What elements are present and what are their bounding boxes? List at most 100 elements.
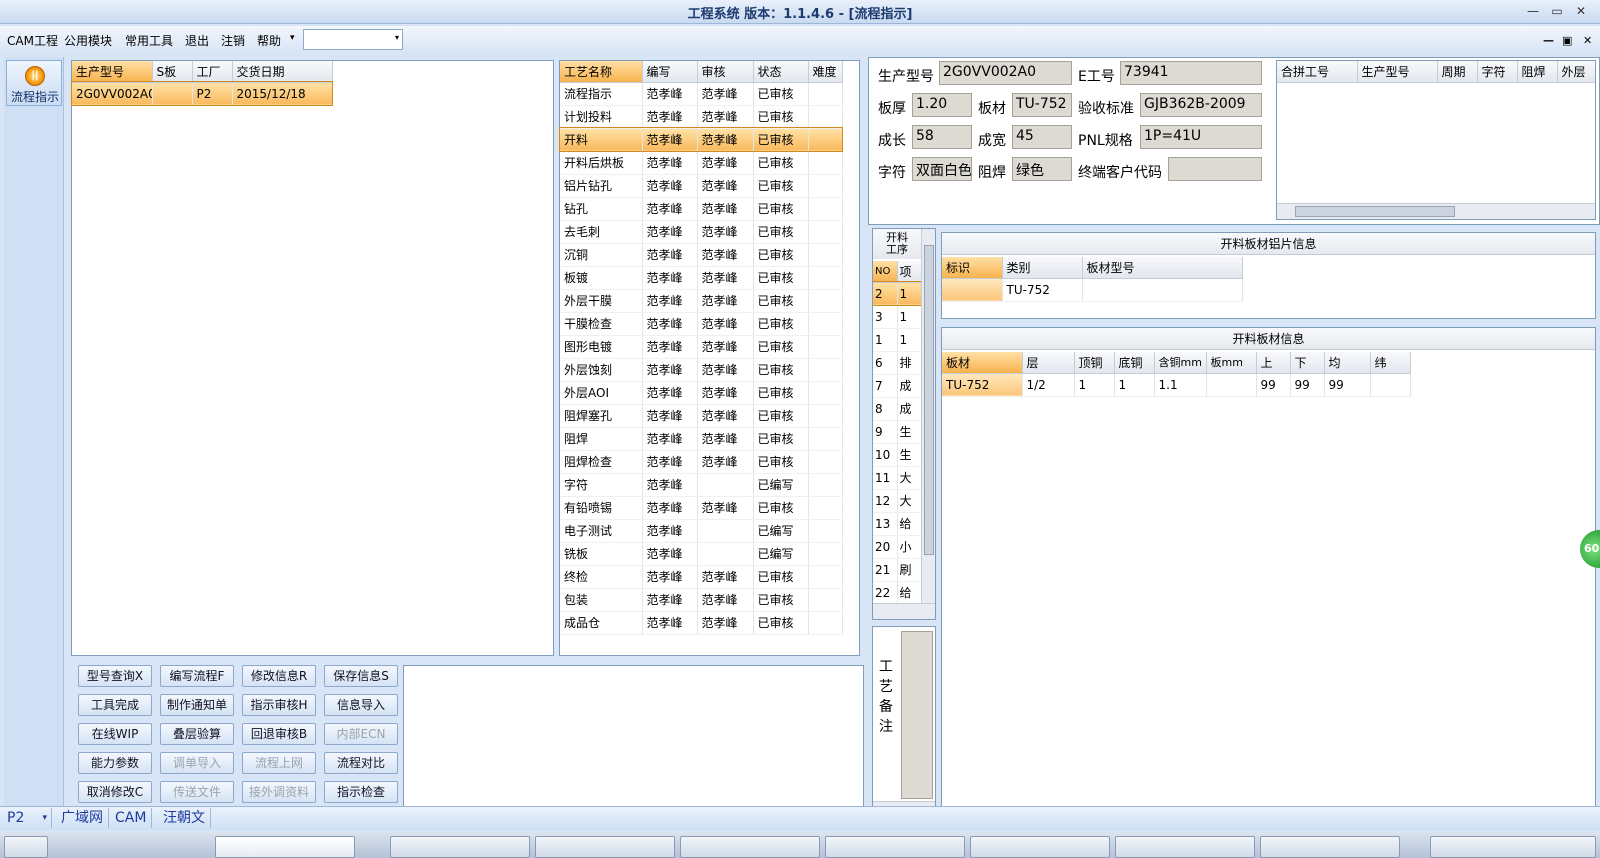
orders-col-factory[interactable]: 工厂	[192, 61, 233, 83]
action-button[interactable]: 调单导入	[160, 752, 234, 774]
material-row[interactable]: TU-752 1/2 1 1 1.1 99 99 99	[942, 373, 1411, 397]
action-button[interactable]: 流程对比	[324, 752, 398, 774]
process-row[interactable]: 流程指示 范孝峰 范孝峰 已审核	[560, 82, 843, 106]
process-row[interactable]: 板镀 范孝峰 范孝峰 已审核	[560, 266, 843, 290]
material-col-weft[interactable]: 纬	[1370, 352, 1411, 374]
material-field[interactable]: TU-752	[1012, 93, 1072, 117]
process-col-name[interactable]: 工艺名称	[560, 61, 643, 83]
taskbar-app-button[interactable]	[215, 836, 355, 858]
status-factory[interactable]: P2 ▾	[2, 808, 52, 828]
process-row[interactable]: 开料后烘板 范孝峰 范孝峰 已审核	[560, 151, 843, 175]
process-row[interactable]: 字符 范孝峰 已编写	[560, 473, 843, 497]
merge-col-outer[interactable]: 外层	[1557, 61, 1595, 83]
action-button[interactable]: 信息导入	[324, 694, 398, 716]
process-row[interactable]: 外层干膜 范孝峰 范孝峰 已审核	[560, 289, 843, 313]
merge-col-cycle[interactable]: 周期	[1437, 61, 1478, 83]
step-row[interactable]: 13 给	[873, 512, 922, 536]
step-row[interactable]: 31	[873, 305, 922, 329]
process-col-status[interactable]: 状态	[753, 61, 809, 83]
material-col-board[interactable]: 板材	[942, 352, 1023, 374]
process-row[interactable]: 阻焊塞孔 范孝峰 范孝峰 已审核	[560, 404, 843, 428]
step-row[interactable]: 7成	[873, 374, 922, 398]
action-button[interactable]: 接外调资料	[242, 781, 316, 803]
mdi-close-button[interactable]: ✕	[1583, 34, 1592, 47]
steps-vscrollbar[interactable]	[921, 229, 935, 603]
material-col-avg[interactable]: 均	[1324, 352, 1371, 374]
maximize-button[interactable]: ▭	[1546, 4, 1568, 20]
aluminum-col-type[interactable]: 类别	[1002, 257, 1083, 279]
taskbar-app-button[interactable]	[1260, 836, 1400, 858]
process-row[interactable]: 阻焊 范孝峰 范孝峰 已审核	[560, 427, 843, 451]
action-button[interactable]: 流程上网	[242, 752, 316, 774]
process-col-difficulty[interactable]: 难度	[808, 61, 843, 83]
steps-col-no[interactable]: NO	[873, 261, 898, 283]
material-col-layer[interactable]: 层	[1022, 352, 1075, 374]
process-row[interactable]: 外层AOI 范孝峰 范孝峰 已审核	[560, 381, 843, 405]
menu-logout[interactable]: 注销	[221, 32, 245, 49]
menu-combo[interactable]: ▾	[303, 29, 403, 50]
mdi-minimize-button[interactable]: —	[1543, 34, 1554, 47]
taskbar-start-button[interactable]	[4, 836, 48, 858]
taskbar-app-button[interactable]	[970, 836, 1110, 858]
merge-hscrollbar[interactable]	[1277, 203, 1595, 219]
merge-col-job[interactable]: 合拼工号	[1277, 61, 1358, 83]
process-col-reviewer[interactable]: 审核	[697, 61, 754, 83]
taskbar-app-button[interactable]	[390, 836, 530, 858]
step-row[interactable]: 11 大	[873, 466, 922, 490]
process-row[interactable]: 计划投料 范孝峰 范孝峰 已审核	[560, 105, 843, 129]
model-field[interactable]: 2G0VV002A0	[939, 61, 1072, 85]
customer-field[interactable]	[1168, 157, 1262, 181]
process-row[interactable]: 终检 范孝峰 范孝峰 已审核	[560, 565, 843, 589]
process-row[interactable]: 包装 范孝峰 范孝峰 已审核	[560, 588, 843, 612]
material-col-up[interactable]: 上	[1256, 352, 1291, 374]
process-row[interactable]: 外层蚀刻 范孝峰 范孝峰 已审核	[560, 358, 843, 382]
step-row[interactable]: 22 给	[873, 581, 922, 605]
process-row[interactable]: 去毛刺 范孝峰 范孝峰 已审核	[560, 220, 843, 244]
action-button[interactable]: 指示审核H	[242, 694, 316, 716]
orders-col-date[interactable]: 交货日期	[232, 61, 333, 83]
orders-col-model[interactable]: 生产型号	[72, 61, 153, 83]
close-button[interactable]: ✕	[1570, 4, 1592, 20]
material-col-bottom-cu[interactable]: 底铜	[1114, 352, 1155, 374]
material-col-top-cu[interactable]: 顶铜	[1074, 352, 1115, 374]
thickness-field[interactable]: 1.20	[912, 93, 972, 117]
taskbar-app-button[interactable]	[680, 836, 820, 858]
pnl-field[interactable]: 1P=41U	[1140, 125, 1262, 149]
process-row[interactable]: 铣板 范孝峰 已编写	[560, 542, 843, 566]
taskbar-app-button[interactable]	[535, 836, 675, 858]
merge-col-char[interactable]: 字符	[1477, 61, 1518, 83]
action-button[interactable]: 编写流程F	[160, 665, 234, 687]
action-button[interactable]: 叠层验算	[160, 723, 234, 745]
step-row[interactable]: 6排	[873, 351, 922, 375]
menu-help[interactable]: 帮助	[257, 32, 281, 49]
taskbar-app-button[interactable]	[1115, 836, 1255, 858]
step-row[interactable]: 20 小	[873, 535, 922, 559]
step-row[interactable]: 10 生	[873, 443, 922, 467]
action-button[interactable]: 型号查询X	[78, 665, 152, 687]
process-row[interactable]: 铝片钻孔 范孝峰 范孝峰 已审核	[560, 174, 843, 198]
action-button[interactable]: 能力参数	[78, 752, 152, 774]
aluminum-col-id[interactable]: 标识	[942, 257, 1003, 279]
process-row[interactable]: 开料 范孝峰 范孝峰 已审核	[559, 127, 843, 152]
menu-cam[interactable]: CAM工程	[7, 32, 58, 49]
step-row[interactable]: 9生	[873, 420, 922, 444]
step-row[interactable]: 21 刷	[873, 558, 922, 582]
process-row[interactable]: 图形电镀 范孝峰 范孝峰 已审核	[560, 335, 843, 359]
char-field[interactable]: 双面白色	[912, 157, 972, 181]
action-button[interactable]: 修改信息R	[242, 665, 316, 687]
action-button[interactable]: 取消修改C	[78, 781, 152, 803]
action-button[interactable]: 制作通知单	[160, 694, 234, 716]
process-row[interactable]: 沉铜 范孝峰 范孝峰 已审核	[560, 243, 843, 267]
steps-col-item[interactable]: 项	[897, 261, 922, 283]
flow-indicator-button[interactable]: || 流程指示	[6, 60, 62, 106]
action-button[interactable]: 工具完成	[78, 694, 152, 716]
process-row[interactable]: 有铅喷锡 范孝峰 范孝峰 已审核	[560, 496, 843, 520]
menu-tools[interactable]: 常用工具	[125, 32, 173, 49]
help-dropdown-arrow[interactable]: ▾	[290, 33, 295, 43]
orders-col-s[interactable]: S板	[152, 61, 193, 83]
mdi-restore-button[interactable]: ▣	[1562, 34, 1572, 47]
merge-scroll-thumb[interactable]	[1295, 206, 1455, 217]
process-row[interactable]: 成品仓 范孝峰 范孝峰 已审核	[560, 611, 843, 635]
order-row[interactable]: 2G0VV002A0 P2 2015/12/18	[71, 81, 333, 106]
mask-field[interactable]: 绿色	[1012, 157, 1072, 181]
